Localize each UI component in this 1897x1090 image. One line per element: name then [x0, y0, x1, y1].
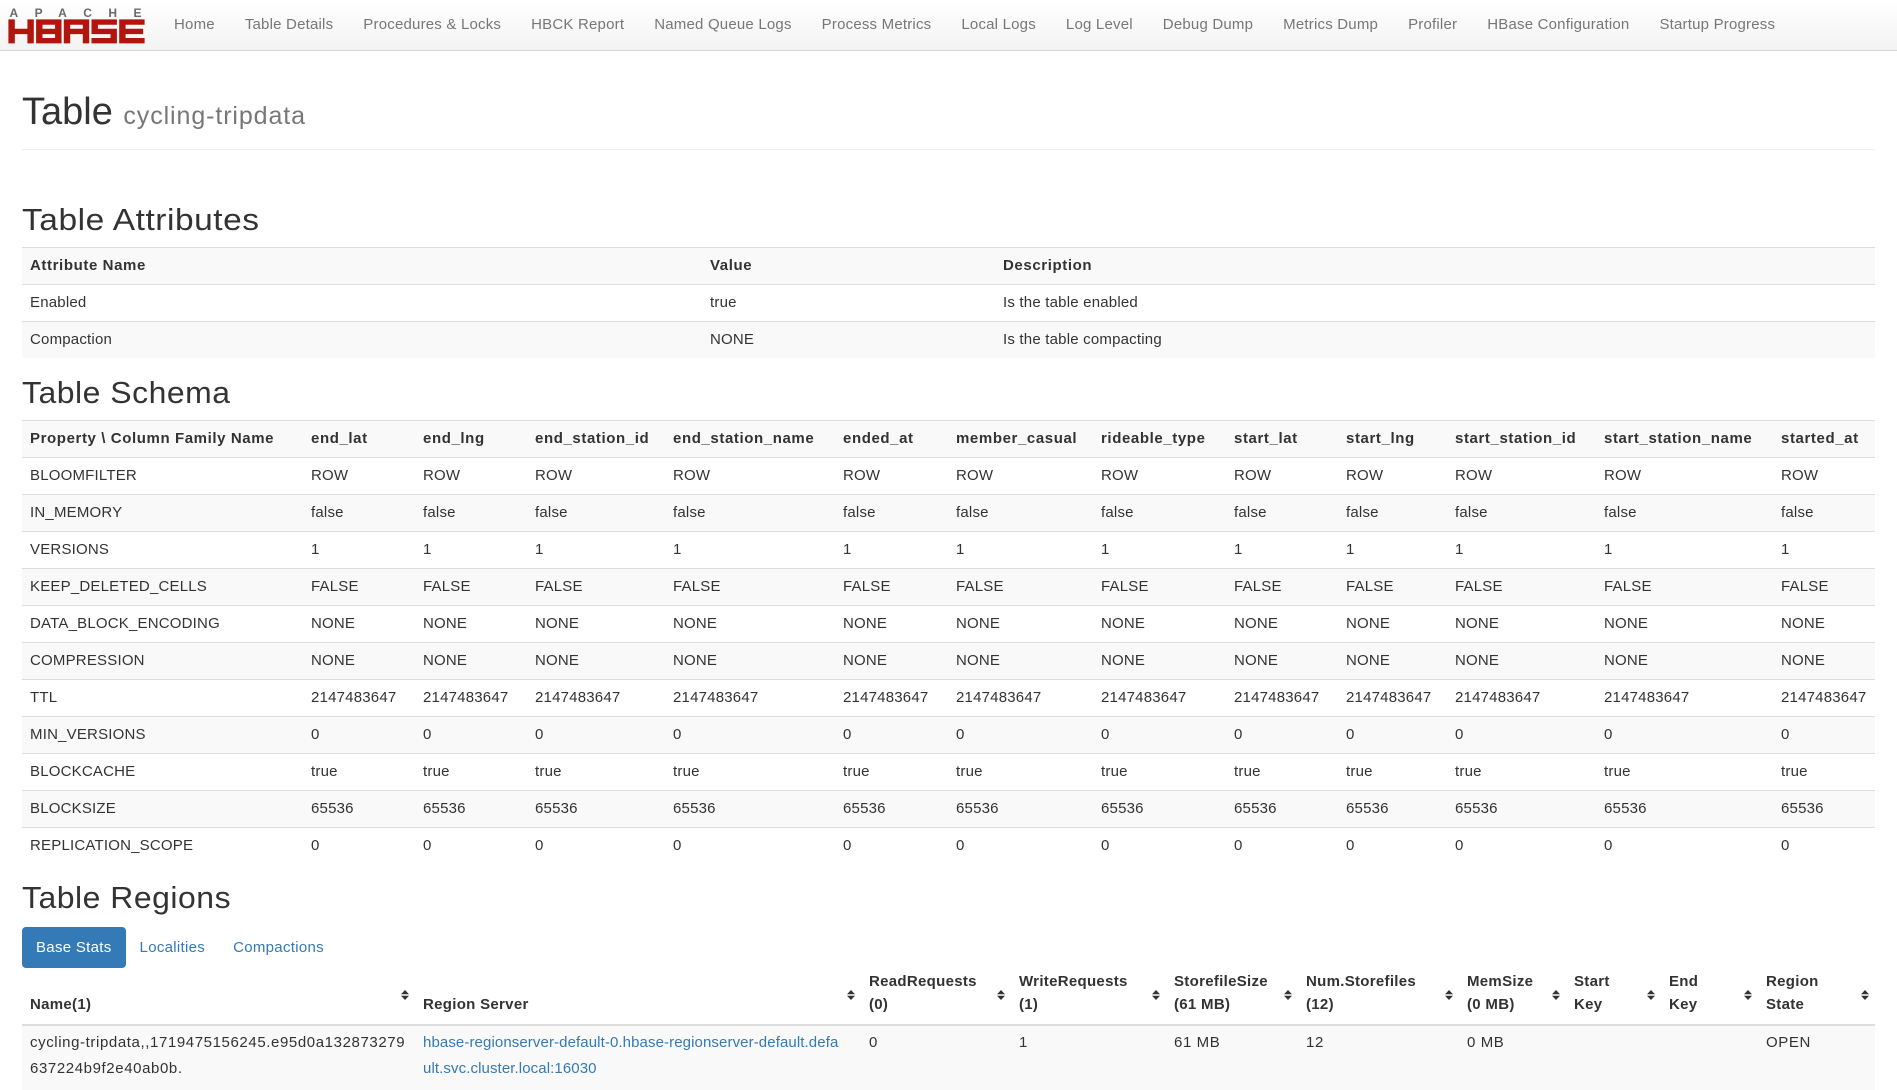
svg-text:APACHE: APACHE	[10, 6, 142, 20]
